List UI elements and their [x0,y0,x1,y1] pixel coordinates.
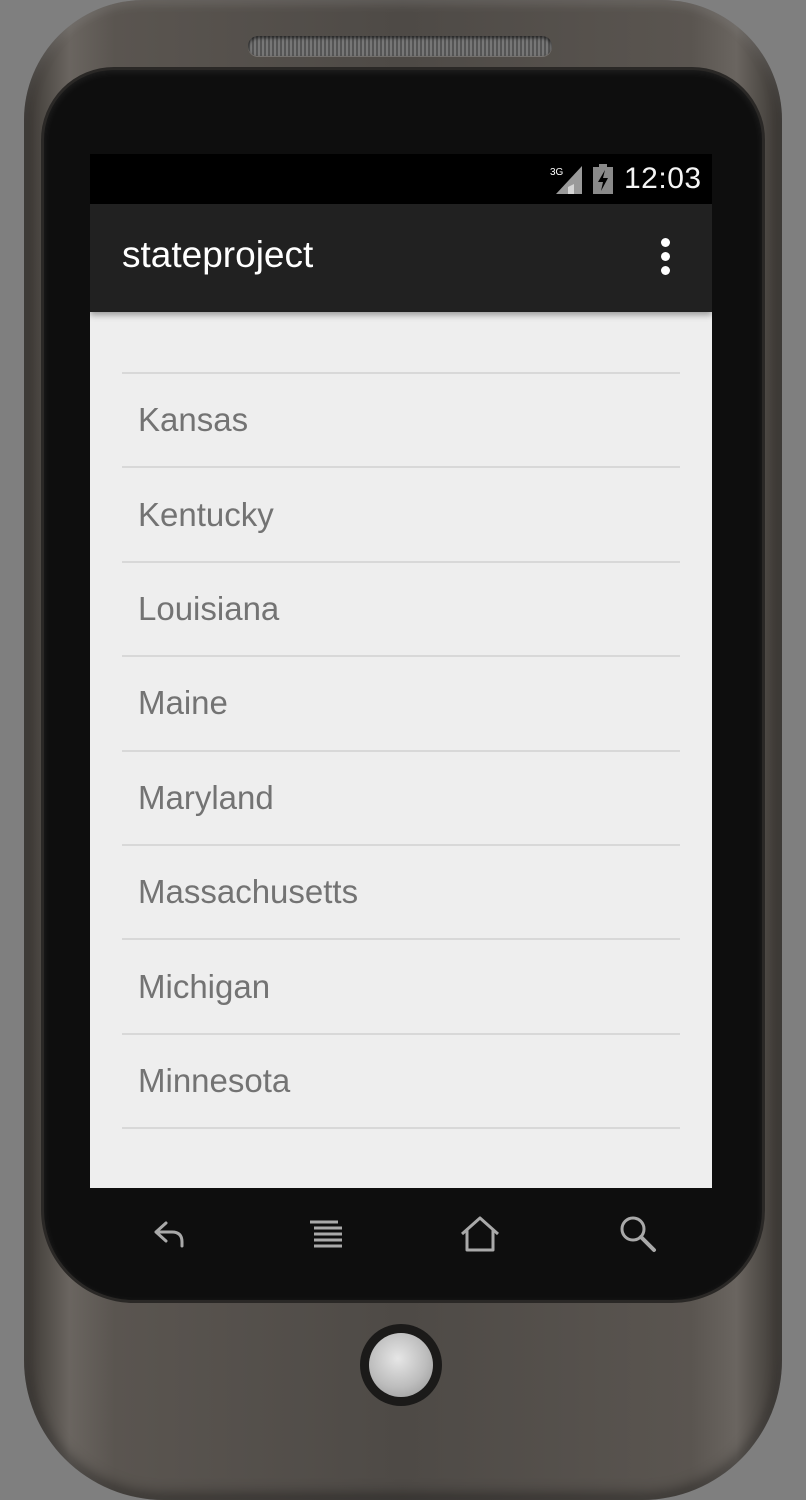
list-item[interactable]: Kentucky [122,468,680,563]
list-item[interactable]: Minnesota [122,1035,680,1130]
list-item[interactable]: Kansas [122,374,680,469]
signal-3g-icon: 3G [550,166,582,194]
action-bar: stateproject [90,204,712,312]
app-title: stateproject [122,234,314,275]
overflow-menu-icon[interactable] [650,238,680,278]
back-icon[interactable] [146,1212,190,1256]
search-icon[interactable] [616,1212,660,1256]
status-clock: 12:03 [624,162,702,195]
earpiece-speaker [248,36,552,56]
menu-icon[interactable] [304,1212,348,1256]
status-bar: 3G 12:03 [90,154,712,204]
list-item[interactable]: Louisiana [122,563,680,658]
list-item[interactable]: Michigan [122,940,680,1035]
network-type-label: 3G [550,167,564,178]
navigation-bar [90,1190,712,1280]
battery-charging-icon [593,164,613,194]
device-screen: 3G 12:03 stateproject Kansas Kentucky Lo… [90,154,712,1188]
list-item[interactable]: Maine [122,657,680,752]
state-list: Kansas Kentucky Louisiana Maine Maryland… [122,372,680,1130]
home-icon[interactable] [458,1212,502,1256]
list-item[interactable]: Massachusetts [122,846,680,941]
list-item[interactable]: Maryland [122,752,680,846]
trackball-button[interactable] [369,1333,433,1397]
